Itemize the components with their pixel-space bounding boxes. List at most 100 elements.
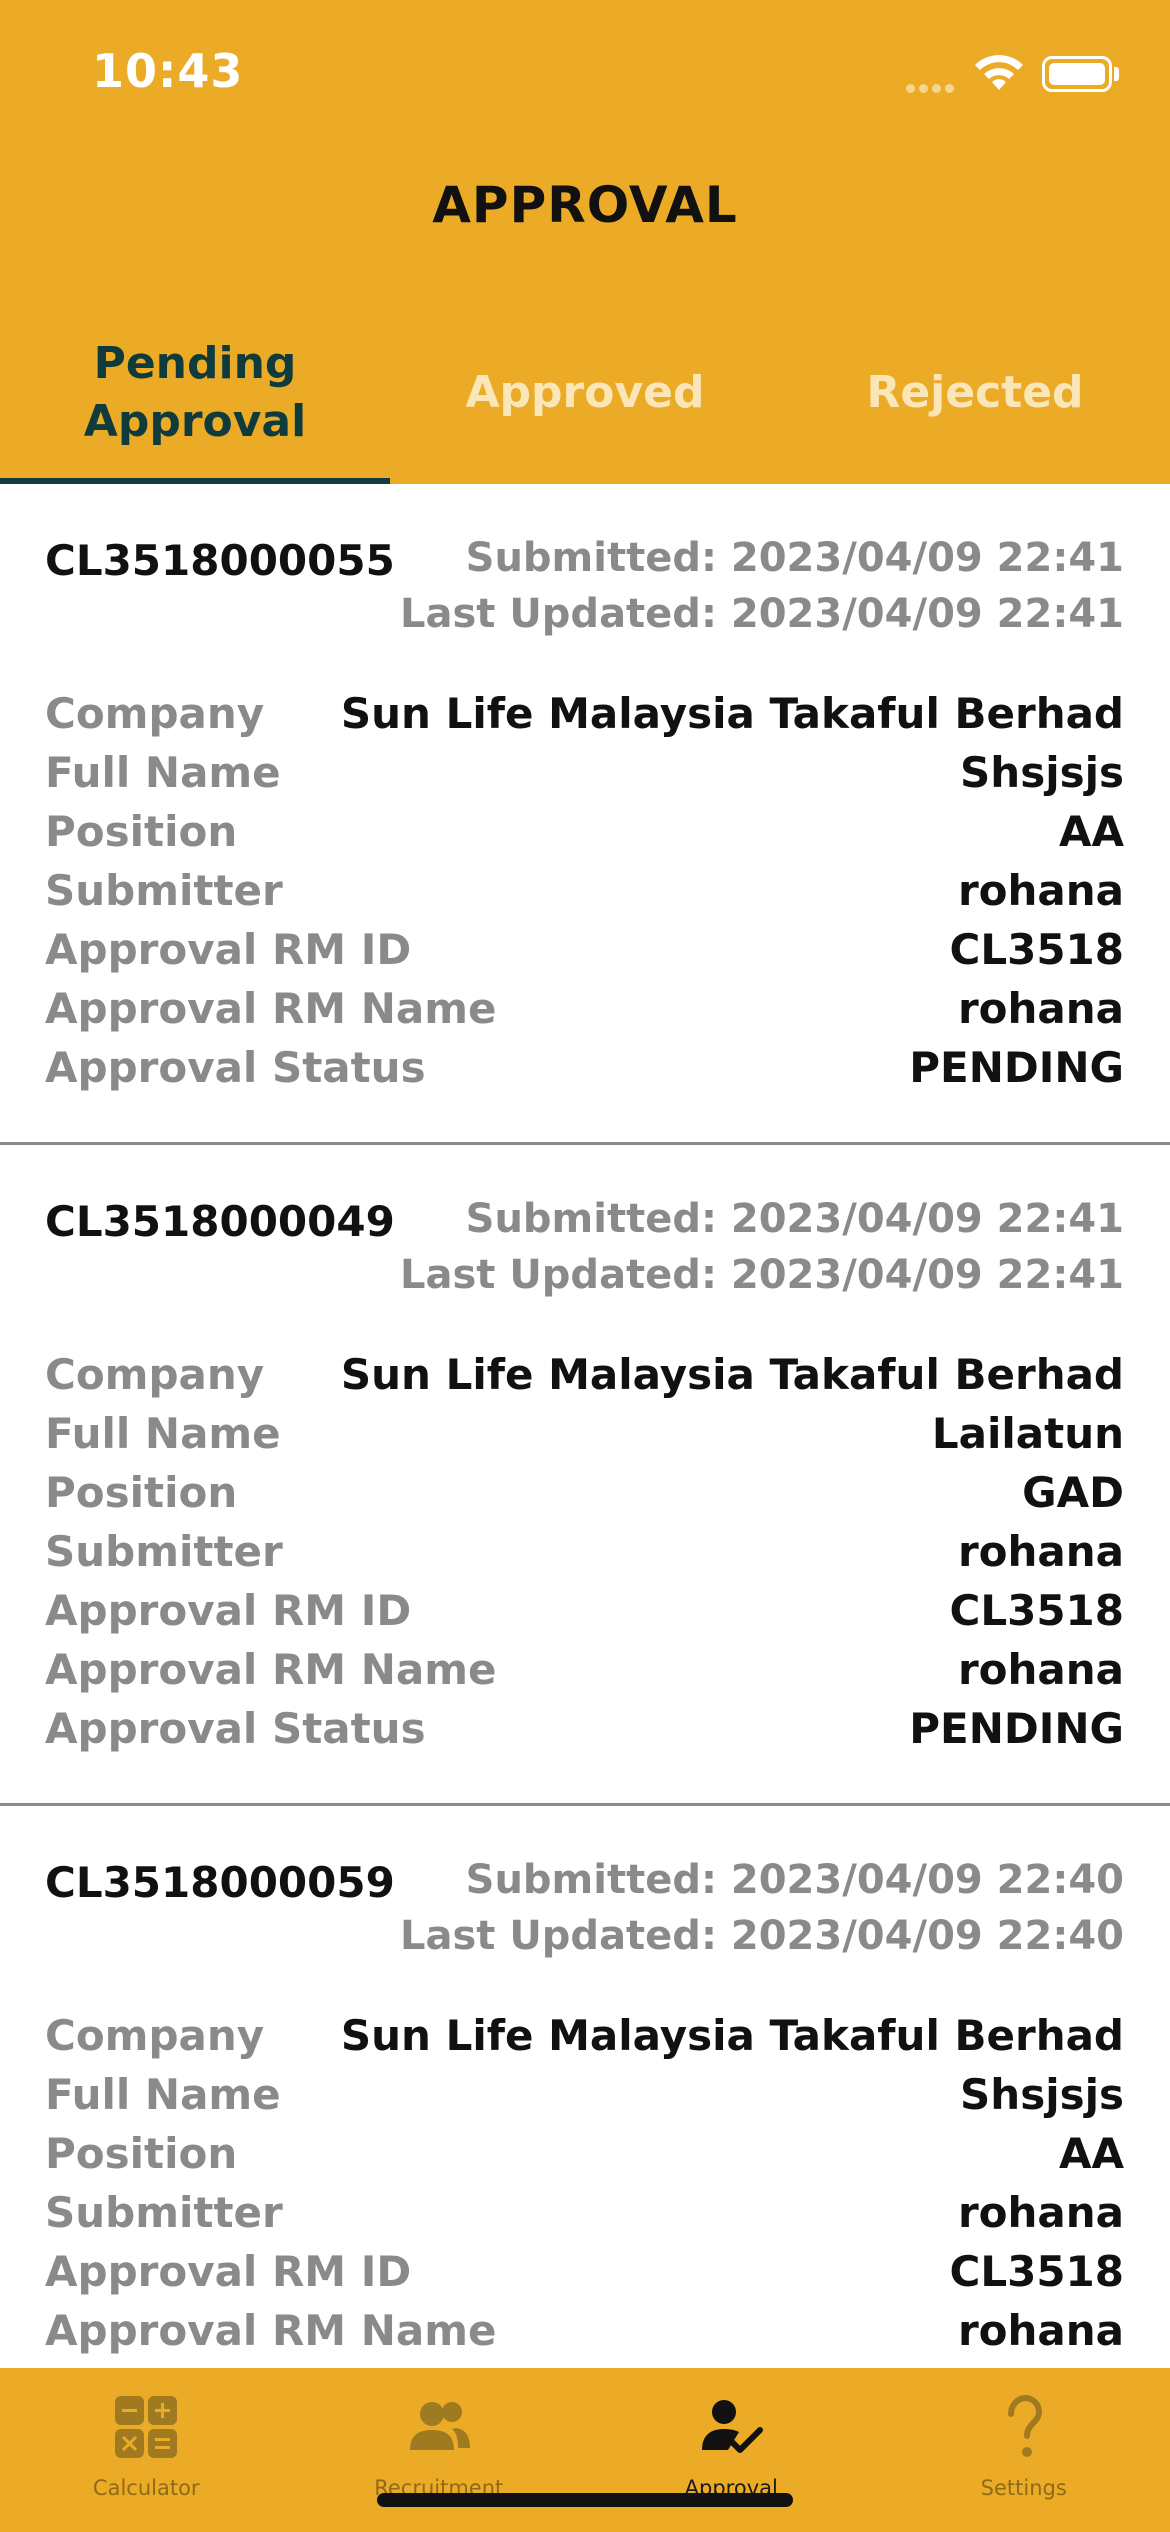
field-label: Position: [45, 807, 238, 856]
field-value: rohana: [957, 866, 1124, 915]
field-label: Approval RM Name: [45, 1645, 497, 1694]
field-label: Approval Status: [45, 1704, 426, 1753]
submitted-date: Submitted: 2023/04/09 22:41: [465, 1196, 1124, 1242]
field-label: Approval RM Name: [45, 2306, 497, 2355]
field-label: Position: [45, 1468, 238, 1517]
status-value: PENDING: [909, 1043, 1124, 1092]
application-id: CL3518000049: [45, 1197, 395, 1246]
tab-label: Approved: [465, 367, 705, 418]
field-value: AA: [1058, 807, 1124, 856]
question-icon: [1007, 2394, 1042, 2457]
submitted-date: Submitted: 2023/04/09 22:41: [465, 535, 1124, 581]
home-indicator[interactable]: [377, 2493, 793, 2507]
field-submitter: Submitter rohana: [45, 861, 1124, 920]
field-full-name: Full Name Shsjsjs: [45, 743, 1124, 802]
field-value: Sun Life Malaysia Takaful Berhad: [340, 689, 1124, 738]
battery-tip: [1114, 67, 1119, 81]
user-check-icon: [702, 2400, 764, 2453]
field-value: rohana: [957, 1645, 1124, 1694]
field-rm-name: Approval RM Name rohana: [45, 2301, 1124, 2360]
field-label: Approval Status: [45, 1043, 426, 1092]
card-fields: Company Sun Life Malaysia Takaful Berhad …: [45, 684, 1124, 1097]
field-status: Approval Status PENDING: [45, 1038, 1124, 1097]
field-value: Shsjsjs: [960, 748, 1124, 797]
battery-icon: [1042, 56, 1112, 92]
field-status: Approval Status PENDING: [45, 1699, 1124, 1758]
wifi-icon: [975, 55, 1023, 90]
field-position: Position GAD: [45, 1463, 1124, 1522]
field-label: Full Name: [45, 748, 281, 797]
card-dates: Submitted: 2023/04/09 22:40 Last Updated…: [400, 1852, 1124, 1964]
approval-card[interactable]: CL3518000049 Submitted: 2023/04/09 22:41…: [0, 1145, 1170, 1806]
field-value: rohana: [957, 2306, 1124, 2355]
field-position: Position AA: [45, 2124, 1124, 2183]
field-rm-id: Approval RM ID CL3518: [45, 1581, 1124, 1640]
tabbar-label: Settings: [980, 2476, 1067, 2500]
field-value: rohana: [957, 984, 1124, 1033]
application-id: CL3518000059: [45, 1858, 395, 1907]
submitted-date: Submitted: 2023/04/09 22:40: [465, 1857, 1124, 1903]
field-value: Shsjsjs: [960, 2070, 1124, 2119]
field-value: GAD: [1022, 1468, 1124, 1517]
card-fields: Company Sun Life Malaysia Takaful Berhad …: [45, 1345, 1124, 1758]
tab-label: Pending Approval: [83, 338, 307, 447]
field-label: Approval RM ID: [45, 925, 412, 974]
field-label: Full Name: [45, 1409, 281, 1458]
field-label: Position: [45, 2129, 238, 2178]
last-updated-date: Last Updated: 2023/04/09 22:41: [399, 1252, 1124, 1298]
field-label: Submitter: [45, 1527, 283, 1576]
page-title: APPROVAL: [432, 176, 738, 234]
calculator-icon: [115, 2396, 178, 2458]
approval-list[interactable]: CL3518000055 Submitted: 2023/04/09 22:41…: [0, 484, 1170, 2467]
tab-rejected[interactable]: Rejected: [780, 318, 1170, 484]
approval-card[interactable]: CL3518000055 Submitted: 2023/04/09 22:41…: [0, 484, 1170, 1145]
field-rm-id: Approval RM ID CL3518: [45, 920, 1124, 979]
tab-pending-approval[interactable]: Pending Approval: [0, 318, 390, 484]
people-icon: [409, 2402, 470, 2450]
field-rm-id: Approval RM ID CL3518: [45, 2242, 1124, 2301]
tabbar-item-approval[interactable]: Approval: [585, 2368, 878, 2532]
tab-approved[interactable]: Approved: [390, 318, 780, 484]
field-rm-name: Approval RM Name rohana: [45, 1640, 1124, 1699]
field-submitter: Submitter rohana: [45, 2183, 1124, 2242]
field-label: Full Name: [45, 2070, 281, 2119]
field-label: Approval RM ID: [45, 1586, 412, 1635]
field-label: Approval RM Name: [45, 984, 497, 1033]
card-dates: Submitted: 2023/04/09 22:41 Last Updated…: [400, 1191, 1124, 1303]
cellular-signal-icon: [906, 78, 958, 93]
field-value: CL3518: [949, 925, 1124, 974]
status-bar: 10:43: [0, 0, 1170, 150]
application-id: CL3518000055: [45, 536, 395, 585]
field-rm-name: Approval RM Name rohana: [45, 979, 1124, 1038]
field-value: CL3518: [949, 1586, 1124, 1635]
field-label: Submitter: [45, 2188, 283, 2237]
field-value: Sun Life Malaysia Takaful Berhad: [340, 2011, 1124, 2060]
approval-tabs: Pending Approval Approved Rejected: [0, 318, 1170, 484]
last-updated-date: Last Updated: 2023/04/09 22:40: [399, 1913, 1124, 1959]
field-company: Company Sun Life Malaysia Takaful Berhad: [45, 684, 1124, 743]
field-company: Company Sun Life Malaysia Takaful Berhad: [45, 2006, 1124, 2065]
status-value: PENDING: [909, 1704, 1124, 1753]
field-submitter: Submitter rohana: [45, 1522, 1124, 1581]
card-fields: Company Sun Life Malaysia Takaful Berhad …: [45, 2006, 1124, 2360]
app-header: 10:43 APPROVAL Pending Approval Approved…: [0, 0, 1170, 484]
field-label: Submitter: [45, 866, 283, 915]
field-full-name: Full Name Lailatun: [45, 1404, 1124, 1463]
field-value: AA: [1058, 2129, 1124, 2178]
tabbar-label: Calculator: [92, 2476, 200, 2500]
field-value: rohana: [957, 2188, 1124, 2237]
bottom-tab-bar: Calculator Recruitment Approval Settings: [0, 2368, 1170, 2532]
field-value: CL3518: [949, 2247, 1124, 2296]
tabbar-item-settings[interactable]: Settings: [878, 2368, 1170, 2532]
tabbar-item-recruitment[interactable]: Recruitment: [293, 2368, 586, 2532]
field-value: Lailatun: [931, 1409, 1124, 1458]
status-time: 10:43: [92, 44, 244, 98]
field-value: rohana: [957, 1527, 1124, 1576]
field-full-name: Full Name Shsjsjs: [45, 2065, 1124, 2124]
field-label: Company: [45, 1350, 265, 1399]
tabbar-item-calculator[interactable]: Calculator: [0, 2368, 293, 2532]
field-position: Position AA: [45, 802, 1124, 861]
field-company: Company Sun Life Malaysia Takaful Berhad: [45, 1345, 1124, 1404]
field-label: Company: [45, 2011, 265, 2060]
field-value: Sun Life Malaysia Takaful Berhad: [340, 1350, 1124, 1399]
